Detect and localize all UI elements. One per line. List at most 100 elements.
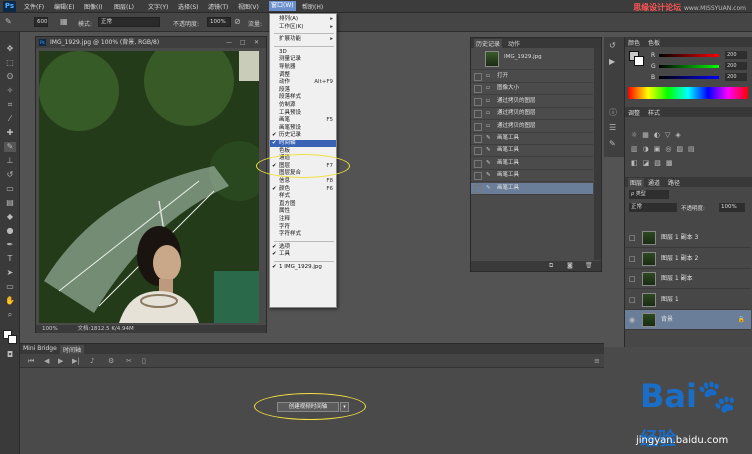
close-icon[interactable]: ✕ (254, 37, 259, 48)
history-brush-source-box[interactable] (474, 184, 482, 193)
mode-select[interactable]: 正常 (98, 17, 160, 27)
window-menu-item[interactable]: 画笔预设 (270, 125, 336, 132)
eyedropper-tool-icon[interactable]: ⁄ (4, 114, 16, 124)
tab-swatches[interactable]: 色板 (648, 38, 660, 47)
history-scrollbar[interactable] (594, 48, 601, 260)
window-menu-item[interactable]: ✔ 历史记录 (270, 132, 336, 139)
window-menu-item[interactable]: ✔ 工具 (270, 251, 336, 258)
type-tool-icon[interactable]: T (4, 254, 16, 264)
tab-adjustments[interactable]: 调整 (628, 108, 640, 117)
history-brush-source-box[interactable] (474, 147, 482, 156)
background-color-swatch[interactable] (8, 335, 17, 344)
split-icon[interactable]: ✂ (126, 357, 132, 365)
adjustment-icons-row-3[interactable]: ◧◪▧▩ (631, 159, 677, 167)
tab-channels[interactable]: 通道 (648, 178, 660, 187)
brush-panel-icon[interactable]: ✎ (609, 139, 616, 148)
tab-layers[interactable]: 图层 (628, 178, 645, 187)
gradient-tool-icon[interactable]: ▤ (4, 198, 16, 208)
create-video-timeline-button[interactable]: 创建视频时间轴 (277, 402, 339, 412)
menu-item[interactable]: 图层(L) (114, 2, 134, 11)
window-menu-item[interactable]: ✔ 时间轴 (270, 140, 336, 147)
eye-icon[interactable]: ◉ (629, 310, 635, 330)
window-menu-item[interactable]: 画笔 F5 (270, 117, 336, 124)
trash-icon[interactable]: 🗑 (585, 262, 593, 269)
document-canvas[interactable] (39, 51, 259, 323)
tab-actions[interactable]: 动作 (508, 39, 520, 48)
layer-row[interactable]: □ 图层 1 副本 (625, 269, 751, 289)
menu-item[interactable]: 选择(S) (178, 2, 199, 11)
layer-row[interactable]: ◉ 背景 🔒 (625, 310, 751, 330)
adjustment-icons-row-2[interactable]: ▥◑▣◎▨▤ (631, 145, 700, 153)
window-menu-item[interactable]: 信息 F8 (270, 178, 336, 185)
eye-icon[interactable]: □ (629, 269, 636, 289)
red-value[interactable]: 200 (725, 51, 747, 59)
color-spectrum[interactable] (628, 87, 748, 99)
blend-mode-select[interactable]: 正常 (629, 203, 677, 212)
window-menu-item[interactable]: 属性 (270, 208, 336, 215)
quick-mask-icon[interactable]: ◘ (4, 350, 16, 360)
window-menu-item[interactable]: ✔ 颜色 F6 (270, 186, 336, 193)
layer-row[interactable]: □ 图层 1 副本 3 (625, 228, 751, 248)
window-menu-item[interactable]: 动作 Alt+F9 (270, 79, 336, 86)
history-brush-tool-icon[interactable]: ↺ (4, 170, 16, 180)
quick-select-tool-icon[interactable]: ✧ (4, 86, 16, 96)
menu-item[interactable]: 文字(Y) (148, 2, 168, 11)
history-state[interactable]: ✎ 画笔工具 (471, 182, 593, 195)
history-state[interactable]: ▫ 通过拷贝的图层 (471, 108, 593, 121)
eye-icon[interactable]: □ (629, 228, 636, 248)
history-state[interactable]: ✎ 画笔工具 (471, 158, 593, 170)
window-menu-item[interactable]: 样式 (270, 193, 336, 200)
maximize-icon[interactable]: □ (240, 37, 246, 48)
blur-tool-icon[interactable]: ◆ (4, 212, 16, 222)
brush-tool-icon[interactable]: ✎ (5, 17, 15, 27)
layer-filter-select[interactable]: ρ 类型 (629, 190, 669, 199)
window-menu-item[interactable]: 段落样式 (270, 94, 336, 101)
green-value[interactable]: 200 (725, 62, 747, 70)
tab-mini-bridge[interactable]: Mini Bridge (23, 345, 57, 352)
transition-icon[interactable]: ▯ (142, 357, 146, 365)
opacity-field[interactable]: 100% (207, 17, 231, 27)
eye-icon[interactable]: □ (629, 290, 636, 310)
layer-row[interactable]: □ 图层 1 (625, 290, 751, 310)
history-state[interactable]: ▫ 图像大小 (471, 83, 593, 96)
history-state[interactable]: ✎ 画笔工具 (471, 133, 593, 145)
history-brush-source-box[interactable] (474, 85, 482, 94)
history-state[interactable]: ▫ 打开 (471, 71, 593, 83)
minimize-icon[interactable]: — (226, 37, 232, 48)
green-slider[interactable] (659, 65, 719, 68)
eye-icon[interactable]: □ (629, 249, 636, 269)
dodge-tool-icon[interactable]: ● (4, 226, 16, 236)
audio-icon[interactable]: ♪ (90, 357, 94, 365)
tab-paths[interactable]: 路径 (668, 178, 680, 187)
menu-item[interactable]: 文件(F) (24, 2, 44, 11)
window-menu-item[interactable]: 排列(A) ▸ (270, 16, 336, 23)
color-background-swatch[interactable] (634, 56, 644, 66)
create-timeline-dropdown-arrow[interactable]: ▾ (340, 402, 349, 412)
tab-color[interactable]: 颜色 (628, 38, 640, 47)
tab-history[interactable]: 历史记录 (474, 39, 503, 48)
prev-frame-icon[interactable]: ◀ (44, 357, 49, 365)
history-brush-source-box[interactable] (474, 73, 482, 81)
lasso-tool-icon[interactable]: ʘ (4, 72, 16, 82)
window-menu-item[interactable]: 直方图 (270, 201, 336, 208)
brush-size-field[interactable]: 600 (34, 17, 48, 27)
menu-item[interactable]: 帮助(H) (302, 2, 323, 11)
settings-icon[interactable]: ⚙ (108, 357, 114, 365)
pressure-opacity-icon[interactable]: ⊘ (234, 17, 241, 26)
properties-panel-icon[interactable]: ☰ (609, 123, 616, 132)
window-menu-item[interactable]: ✔ 1 IMG_1929.jpg (270, 264, 336, 271)
history-state[interactable]: ▫ 通过拷贝的图层 (471, 96, 593, 108)
layer-opacity-field[interactable]: 100% (719, 203, 745, 212)
menu-item[interactable]: 窗口(W) (269, 1, 296, 11)
window-menu-item[interactable]: 测量记录 (270, 56, 336, 63)
window-menu-item[interactable]: 段落 (270, 87, 336, 94)
eraser-tool-icon[interactable]: ▭ (4, 184, 16, 194)
window-menu-item[interactable]: 工具预设 (270, 110, 336, 117)
blue-slider[interactable] (659, 76, 719, 79)
history-state[interactable]: ✎ 画笔工具 (471, 170, 593, 183)
adjustment-icons-row-1[interactable]: ☼▦◐▽◈ (631, 131, 686, 139)
path-select-tool-icon[interactable]: ➤ (4, 268, 16, 278)
menu-item[interactable]: 滤镜(T) (208, 2, 228, 11)
menu-item[interactable]: 编辑(E) (54, 2, 74, 11)
history-brush-source-box[interactable] (474, 135, 482, 143)
